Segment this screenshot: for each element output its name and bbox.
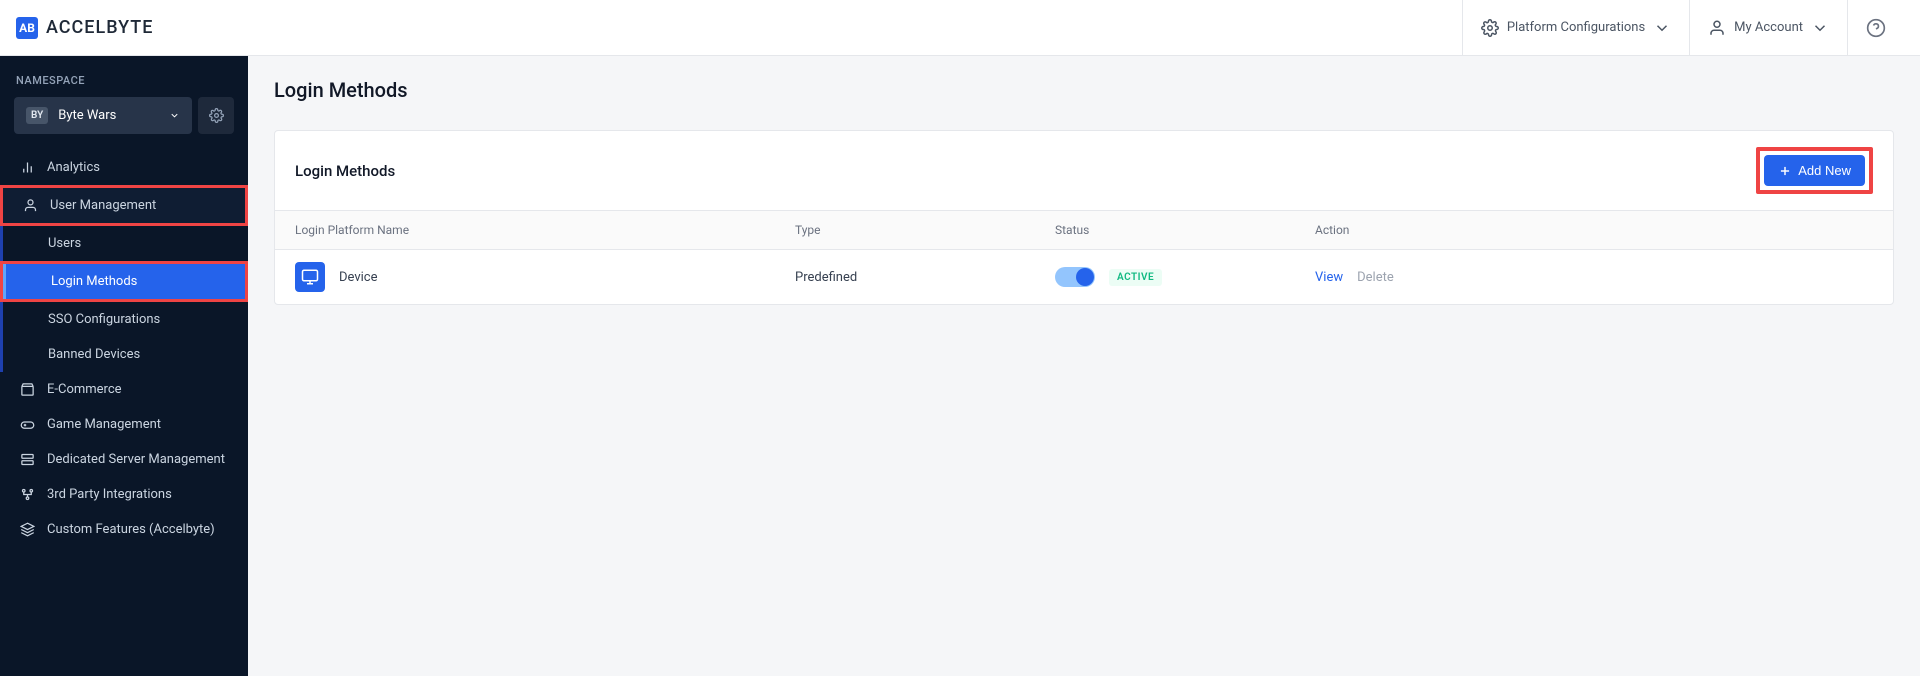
namespace-selector[interactable]: BY Byte Wars: [14, 97, 192, 134]
page-title: Login Methods: [274, 78, 1894, 102]
sidebar-item-analytics[interactable]: Analytics: [0, 150, 248, 185]
chevron-down-icon: [169, 110, 180, 121]
user-management-submenu: Users Login Methods SSO Configurations B…: [0, 226, 248, 372]
namespace-selector-row: BY Byte Wars: [0, 97, 248, 150]
row-name-cell: Device: [295, 262, 795, 292]
sidebar-item-label: Dedicated Server Management: [47, 452, 225, 467]
row-name: Device: [339, 270, 378, 285]
sidebar-item-login-methods[interactable]: Login Methods: [0, 261, 248, 302]
my-account-label: My Account: [1734, 20, 1803, 35]
column-header-name: Login Platform Name: [295, 223, 795, 237]
sidebar-item-ecommerce[interactable]: E-Commerce: [0, 372, 248, 407]
row-type: Predefined: [795, 270, 1055, 285]
column-header-type: Type: [795, 223, 1055, 237]
table-header: Login Platform Name Type Status Action: [275, 211, 1893, 250]
sidebar-item-dedicated-server[interactable]: Dedicated Server Management: [0, 442, 248, 477]
platform-configurations-menu[interactable]: Platform Configurations: [1462, 0, 1689, 55]
brand: AB ACCELBYTE: [16, 17, 153, 39]
sidebar-item-custom-features[interactable]: Custom Features (Accelbyte): [0, 512, 248, 547]
namespace-name: Byte Wars: [58, 108, 116, 123]
sidebar-item-game-management[interactable]: Game Management: [0, 407, 248, 442]
top-header: AB ACCELBYTE Platform Configurations My …: [0, 0, 1920, 56]
sidebar-item-user-management[interactable]: User Management: [0, 185, 248, 226]
sidebar-item-sso-configurations[interactable]: SSO Configurations: [0, 302, 248, 337]
help-button[interactable]: [1847, 0, 1904, 55]
store-icon: [20, 382, 35, 397]
status-toggle[interactable]: [1055, 267, 1095, 287]
namespace-label: NAMESPACE: [0, 56, 248, 97]
layers-icon: [20, 522, 35, 537]
sidebar-item-banned-devices[interactable]: Banned Devices: [0, 337, 248, 372]
add-new-button[interactable]: Add New: [1764, 155, 1865, 186]
sidebar-item-label: 3rd Party Integrations: [47, 487, 172, 502]
sidebar-item-users[interactable]: Users: [0, 226, 248, 261]
logo-icon: AB: [16, 17, 38, 39]
gear-icon: [209, 108, 224, 123]
add-new-highlight: Add New: [1756, 147, 1873, 194]
delete-link[interactable]: Delete: [1357, 270, 1394, 285]
row-action-cell: View Delete: [1315, 270, 1873, 285]
chart-icon: [20, 160, 35, 175]
my-account-menu[interactable]: My Account: [1689, 0, 1847, 55]
sidebar-item-label: Game Management: [47, 417, 161, 432]
sidebar: NAMESPACE BY Byte Wars Analytics: [0, 0, 248, 676]
platform-configurations-label: Platform Configurations: [1507, 20, 1645, 35]
add-new-label: Add New: [1798, 163, 1851, 178]
card-header: Login Methods Add New: [275, 131, 1893, 211]
device-icon: [295, 262, 325, 292]
user-icon: [1708, 19, 1726, 37]
gear-icon: [1481, 19, 1499, 37]
namespace-badge: BY: [26, 107, 48, 124]
gamepad-icon: [20, 417, 35, 432]
header-actions: Platform Configurations My Account: [1462, 0, 1904, 55]
column-header-action: Action: [1315, 223, 1873, 237]
sidebar-item-label: Custom Features (Accelbyte): [47, 522, 215, 537]
row-status-cell: ACTIVE: [1055, 267, 1315, 287]
column-header-status: Status: [1055, 223, 1315, 237]
user-icon: [23, 198, 38, 213]
login-methods-card: Login Methods Add New Login Platform Nam…: [274, 130, 1894, 305]
chevron-down-icon: [1811, 19, 1829, 37]
help-icon: [1866, 18, 1886, 38]
status-badge: ACTIVE: [1109, 269, 1162, 286]
main-content: Login Methods Login Methods Add New Logi…: [248, 0, 1920, 676]
sidebar-item-label: Analytics: [47, 160, 100, 175]
view-link[interactable]: View: [1315, 270, 1343, 285]
brand-name: ACCELBYTE: [46, 17, 153, 38]
sidebar-item-label: E-Commerce: [47, 382, 122, 397]
table-row: Device Predefined ACTIVE View Delete: [275, 250, 1893, 304]
server-icon: [20, 452, 35, 467]
sidebar-item-label: User Management: [50, 198, 156, 213]
sidebar-item-third-party[interactable]: 3rd Party Integrations: [0, 477, 248, 512]
card-title: Login Methods: [295, 162, 395, 180]
chevron-down-icon: [1653, 19, 1671, 37]
namespace-settings-button[interactable]: [198, 97, 234, 134]
plus-icon: [1778, 164, 1792, 178]
integration-icon: [20, 487, 35, 502]
